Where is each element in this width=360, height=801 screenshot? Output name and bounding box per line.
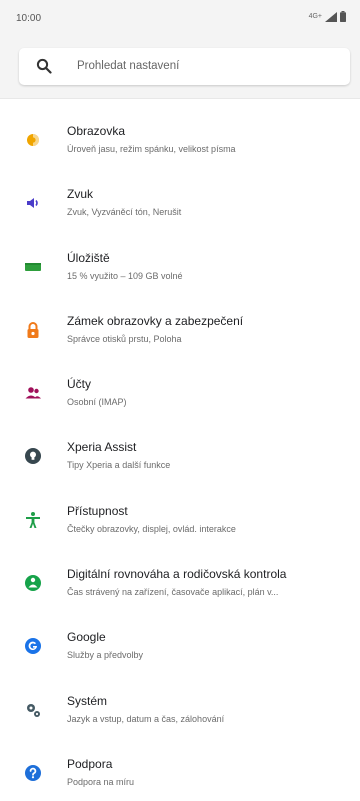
settings-item-subtitle: Podpora na míru: [67, 777, 135, 787]
settings-item-title: Zámek obrazovky a zabezpečení: [67, 314, 244, 328]
settings-item-subtitle: Čas strávený na zařízení, časovače aplik…: [67, 587, 279, 597]
search-header: Prohledat nastavení: [0, 36, 360, 99]
settings-item-xperia-assist[interactable]: Xperia Assist Tipy Xperia a další funkce: [0, 424, 360, 484]
battery-icon: [340, 11, 346, 22]
settings-item-title: Google: [67, 630, 106, 644]
accounts-icon: [25, 387, 41, 399]
settings-item-subtitle: Tipy Xperia a další funkce: [67, 460, 171, 470]
accessibility-icon: [26, 512, 40, 528]
settings-item-system[interactable]: Systém Jazyk a vstup, datum a čas, záloh…: [0, 678, 360, 738]
settings-item-support[interactable]: Podpora Podpora na míru: [0, 741, 360, 801]
settings-item-google[interactable]: Google Služby a předvolby: [0, 614, 360, 674]
display-brightness-icon: [27, 134, 39, 146]
settings-item-title: Přístupnost: [67, 504, 128, 518]
google-icon: [25, 638, 41, 654]
storage-icon: [25, 263, 41, 271]
settings-item-title: Úložiště: [67, 251, 110, 265]
search-bar[interactable]: Prohledat nastavení: [19, 48, 350, 85]
settings-item-subtitle: Osobní (IMAP): [67, 397, 127, 407]
settings-item-accounts[interactable]: Účty Osobní (IMAP): [0, 361, 360, 421]
signal-icon: [325, 11, 337, 22]
search-placeholder: Prohledat nastavení: [77, 60, 180, 72]
settings-item-accessibility[interactable]: Přístupnost Čtečky obrazovky, displej, o…: [0, 488, 360, 548]
settings-item-title: Zvuk: [67, 187, 94, 201]
gears-icon: [27, 704, 40, 717]
settings-item-title: Obrazovka: [67, 124, 126, 138]
settings-item-title: Xperia Assist: [67, 440, 137, 454]
lock-icon: [27, 322, 39, 338]
settings-item-digital-wellbeing[interactable]: Digitální rovnováha a rodičovská kontrol…: [0, 551, 360, 611]
settings-item-subtitle: Zvuk, Vyzváněcí tón, Nerušit: [67, 207, 182, 217]
search-icon: [36, 58, 52, 74]
settings-item-subtitle: Jazyk a vstup, datum a čas, zálohování: [67, 714, 225, 724]
settings-item-subtitle: Služby a předvolby: [67, 650, 144, 660]
network-type: 4G+: [308, 13, 322, 20]
settings-item-storage[interactable]: Úložiště 15 % využito – 109 GB volné: [0, 235, 360, 295]
settings-item-subtitle: Čtečky obrazovky, displej, ovlád. intera…: [67, 524, 236, 534]
settings-item-title: Účty: [67, 377, 91, 391]
status-bar: 10:00 4G+: [0, 0, 360, 36]
settings-item-title: Digitální rovnováha a rodičovská kontrol…: [67, 567, 287, 581]
settings-item-subtitle: Úroveň jasu, režim spánku, velikost písm…: [67, 144, 236, 154]
settings-item-subtitle: 15 % využito – 109 GB volné: [67, 271, 183, 281]
settings-item-title: Systém: [67, 694, 108, 708]
settings-item-display[interactable]: Obrazovka Úroveň jasu, režim spánku, vel…: [0, 108, 360, 168]
help-icon: [25, 765, 41, 781]
lightbulb-icon: [25, 448, 41, 464]
settings-item-lock-security[interactable]: Zámek obrazovky a zabezpečení Správce ot…: [0, 298, 360, 358]
settings-item-title: Podpora: [67, 757, 113, 771]
settings-item-subtitle: Správce otisků prstu, Poloha: [67, 334, 182, 344]
digital-wellbeing-icon: [25, 575, 41, 591]
settings-item-sound[interactable]: Zvuk Zvuk, Vyzváněcí tón, Nerušit: [0, 171, 360, 231]
speaker-icon: [27, 198, 38, 208]
status-time: 10:00: [16, 13, 42, 24]
status-icons: 4G+: [309, 11, 346, 22]
